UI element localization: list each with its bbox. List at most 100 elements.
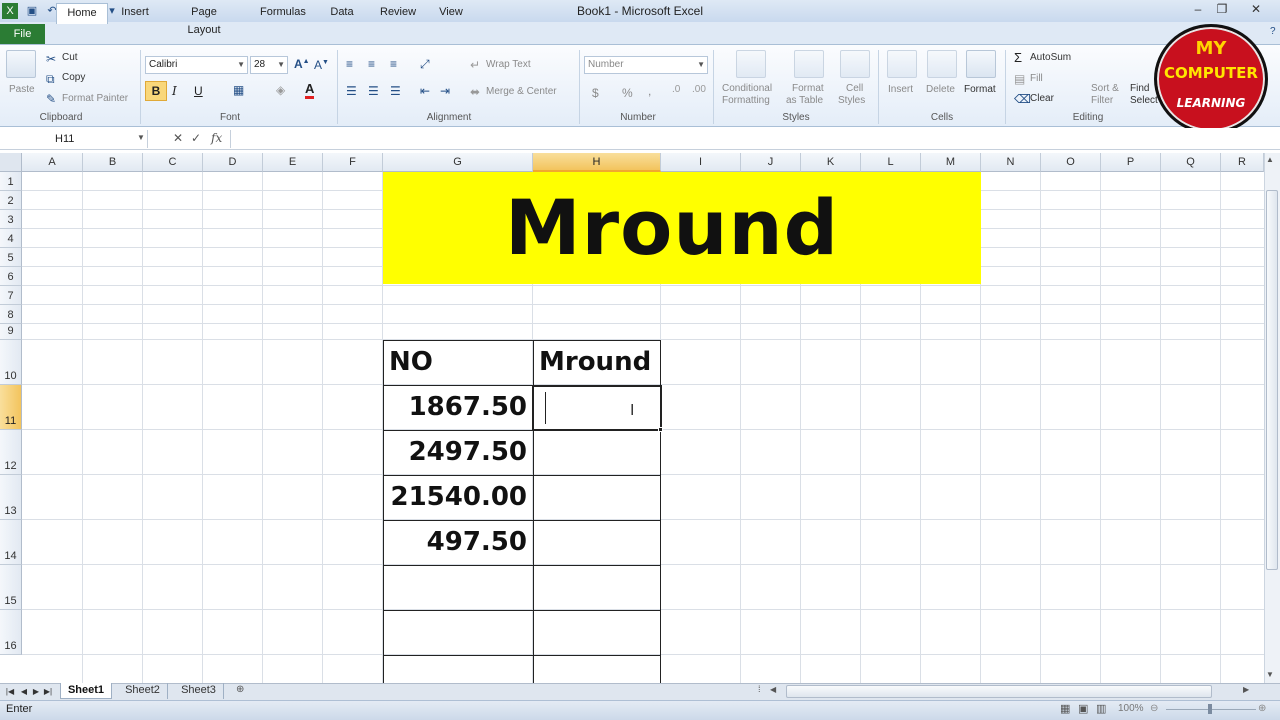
format-cells-button[interactable]: Format <box>964 84 996 95</box>
format-cells-icon[interactable] <box>966 50 996 78</box>
align-bottom-icon[interactable]: ≡ <box>390 57 397 71</box>
zoom-slider-thumb[interactable] <box>1208 704 1212 714</box>
tab-insert[interactable]: Insert <box>112 3 158 23</box>
fill-color-icon[interactable]: ◈ <box>276 83 285 97</box>
clear-icon[interactable]: ⌫ <box>1014 92 1031 106</box>
conditional-formatting-icon[interactable] <box>736 50 766 78</box>
zoom-in-icon[interactable]: ⊕ <box>1258 703 1266 714</box>
close-icon[interactable]: ✕ <box>1244 0 1268 18</box>
table-header-no[interactable]: NO <box>389 340 433 384</box>
column-header-o[interactable]: O <box>1041 153 1101 172</box>
column-header-a[interactable]: A <box>22 153 83 172</box>
help-icon[interactable]: ? <box>1270 26 1276 37</box>
vertical-scroll-thumb[interactable] <box>1266 190 1278 570</box>
table-value-cell[interactable]: 2497.50 <box>383 430 527 474</box>
delete-cells-button[interactable]: Delete <box>926 84 955 95</box>
tab-page-layout[interactable]: Page Layout <box>168 3 240 36</box>
column-header-e[interactable]: E <box>263 153 323 172</box>
borders-icon[interactable]: ▦ <box>233 83 244 97</box>
row-header-14[interactable]: 14 <box>0 520 22 565</box>
column-header-r[interactable]: R <box>1221 153 1264 172</box>
comma-button[interactable]: , <box>648 84 651 98</box>
align-center-icon[interactable]: ☰ <box>368 84 379 98</box>
table-value-cell[interactable]: 497.50 <box>383 520 527 564</box>
scroll-left-icon[interactable]: ◀ <box>770 685 776 694</box>
sort-filter-button-line2[interactable]: Filter <box>1091 95 1113 106</box>
chevron-down-icon[interactable]: ▼ <box>137 133 145 142</box>
column-header-l[interactable]: L <box>861 153 921 172</box>
table-header-mround[interactable]: Mround <box>539 340 651 384</box>
cut-button[interactable]: Cut <box>62 52 78 63</box>
wrap-text-icon[interactable]: ↵ <box>470 58 480 72</box>
column-header-h[interactable]: H <box>533 153 661 172</box>
row-header-16[interactable]: 16 <box>0 610 22 655</box>
tab-view[interactable]: View <box>430 3 472 23</box>
format-as-table-button[interactable]: Format <box>792 83 824 94</box>
number-format-select[interactable]: Number ▼ <box>584 56 708 74</box>
column-header-k[interactable]: K <box>801 153 861 172</box>
conditional-formatting-button[interactable]: Conditional <box>722 83 772 94</box>
align-top-icon[interactable]: ≡ <box>346 57 353 71</box>
shrink-font-icon[interactable]: A▼ <box>314 58 329 72</box>
align-middle-icon[interactable]: ≡ <box>368 57 375 71</box>
column-header-f[interactable]: F <box>323 153 383 172</box>
row-header-15[interactable]: 15 <box>0 565 22 610</box>
sheet-tab-sheet1[interactable]: Sheet1 <box>60 683 112 699</box>
currency-button[interactable]: $ <box>592 86 599 100</box>
column-header-q[interactable]: Q <box>1161 153 1221 172</box>
align-right-icon[interactable]: ☰ <box>390 84 401 98</box>
column-header-i[interactable]: I <box>661 153 741 172</box>
sheet-tab-sheet2[interactable]: Sheet2 <box>118 683 168 699</box>
select-all-corner[interactable] <box>0 153 22 172</box>
tab-data[interactable]: Data <box>322 3 362 23</box>
column-header-b[interactable]: B <box>83 153 143 172</box>
orientation-icon[interactable]: ⤢ <box>420 57 430 72</box>
decrease-decimal-icon[interactable]: .00 <box>692 84 706 95</box>
column-header-d[interactable]: D <box>203 153 263 172</box>
wrap-text-button[interactable]: Wrap Text <box>486 59 531 70</box>
last-sheet-icon[interactable]: ▶| <box>42 684 54 699</box>
font-name-select[interactable]: Calibri ▼ <box>145 56 248 74</box>
paste-button[interactable]: Paste <box>9 84 35 95</box>
copy-button[interactable]: Copy <box>62 72 85 83</box>
tab-review[interactable]: Review <box>372 3 420 23</box>
scroll-up-icon[interactable]: ▲ <box>1266 155 1274 164</box>
column-header-g[interactable]: G <box>383 153 533 172</box>
increase-decimal-icon[interactable]: .0 <box>672 84 680 95</box>
insert-cells-icon[interactable] <box>887 50 917 78</box>
page-break-view-icon[interactable]: ▥ <box>1096 702 1106 715</box>
row-header-4[interactable]: 4 <box>0 229 22 248</box>
next-sheet-icon[interactable]: ▶ <box>30 684 42 699</box>
zoom-level[interactable]: 100% <box>1118 703 1144 714</box>
tab-file[interactable]: File <box>0 24 45 44</box>
row-header-9[interactable]: 9 <box>0 324 22 340</box>
format-as-table-icon[interactable] <box>794 50 824 78</box>
column-header-j[interactable]: J <box>741 153 801 172</box>
fill-button[interactable]: Fill <box>1030 73 1043 84</box>
sort-filter-button[interactable]: Sort & <box>1091 83 1119 94</box>
underline-button[interactable]: U <box>194 84 203 98</box>
percent-button[interactable]: % <box>622 86 633 100</box>
insert-function-icon[interactable]: fx <box>211 131 222 145</box>
column-header-n[interactable]: N <box>981 153 1041 172</box>
row-header-5[interactable]: 5 <box>0 248 22 267</box>
page-layout-view-icon[interactable]: ▣ <box>1078 702 1088 715</box>
scroll-down-icon[interactable]: ▼ <box>1266 670 1274 679</box>
horizontal-scrollbar-thumb[interactable] <box>786 685 1212 698</box>
insert-sheet-icon[interactable]: ⊕ <box>236 684 244 695</box>
cell-styles-button[interactable]: Cell <box>846 83 863 94</box>
scroll-right-icon[interactable]: ▶ <box>1243 685 1249 694</box>
cancel-icon[interactable]: ✕ <box>173 131 183 145</box>
minimize-icon[interactable]: – <box>1186 0 1210 18</box>
tab-formulas[interactable]: Formulas <box>252 3 312 23</box>
row-header-10[interactable]: 10 <box>0 340 22 385</box>
column-header-c[interactable]: C <box>143 153 203 172</box>
format-painter-icon[interactable]: ✎ <box>46 92 56 106</box>
delete-cells-icon[interactable] <box>927 50 957 78</box>
zoom-out-icon[interactable]: ⊖ <box>1150 703 1158 714</box>
cell-styles-button-line2[interactable]: Styles <box>838 95 865 106</box>
prev-sheet-icon[interactable]: ◀ <box>18 684 30 699</box>
row-header-7[interactable]: 7 <box>0 286 22 305</box>
format-painter-button[interactable]: Format Painter <box>62 93 128 104</box>
cell-styles-icon[interactable] <box>840 50 870 78</box>
